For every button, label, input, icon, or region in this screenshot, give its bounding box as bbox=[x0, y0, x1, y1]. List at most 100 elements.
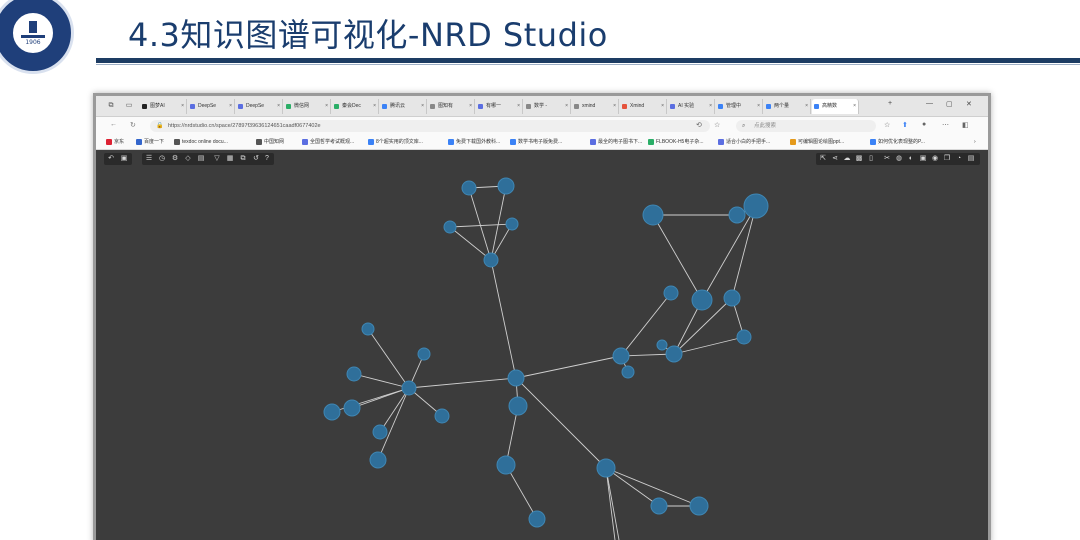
graph-node[interactable] bbox=[369, 451, 387, 469]
browser-tab[interactable]: 数学 - × bbox=[524, 99, 571, 114]
tab-close-icon[interactable]: × bbox=[709, 99, 712, 114]
graph-node[interactable] bbox=[507, 369, 525, 387]
close-window-icon[interactable]: ✕ bbox=[966, 100, 972, 108]
color-icon[interactable]: ◐ bbox=[906, 154, 916, 164]
profile-avatar-icon[interactable]: ● bbox=[922, 121, 926, 128]
graph-node[interactable] bbox=[621, 365, 635, 379]
graph-node[interactable] bbox=[508, 396, 528, 416]
panel-icon[interactable]: ▣ bbox=[918, 154, 928, 164]
graph-node[interactable] bbox=[443, 220, 457, 234]
save-icon[interactable]: ▣ bbox=[119, 154, 129, 164]
back-arrow-icon[interactable]: ← bbox=[110, 121, 117, 128]
tab-close-icon[interactable]: × bbox=[181, 99, 184, 114]
bookmark-item[interactable]: 免费下载国外教科... bbox=[448, 137, 500, 147]
graph-node[interactable] bbox=[483, 252, 499, 268]
minimize-icon[interactable]: — bbox=[926, 100, 933, 107]
more-menu-icon[interactable]: ⋯ bbox=[942, 121, 949, 129]
clock-icon[interactable]: ◔ bbox=[954, 154, 964, 164]
bookmark-item[interactable]: 数学书电子版免费... bbox=[510, 137, 562, 147]
list-icon[interactable]: ▤ bbox=[966, 154, 976, 164]
browser-tab[interactable]: DeepSe × bbox=[236, 99, 283, 114]
tab-actions-icon[interactable]: ▭ bbox=[124, 101, 134, 111]
graph-node[interactable] bbox=[497, 177, 515, 195]
translate-icon[interactable]: ⟲ bbox=[696, 121, 702, 129]
graph-node[interactable] bbox=[656, 339, 668, 351]
search-input[interactable]: ⌕ 点此搜索 bbox=[736, 120, 876, 132]
help-icon[interactable]: ? bbox=[262, 154, 272, 164]
workspace-icon[interactable]: ⧉ bbox=[106, 101, 116, 111]
browser-tab[interactable]: 管理中 × bbox=[716, 99, 763, 114]
layout-icon[interactable]: ▤ bbox=[196, 154, 206, 164]
bookmarks-more-icon[interactable]: › bbox=[974, 137, 976, 147]
tab-close-icon[interactable]: × bbox=[469, 99, 472, 114]
graph-node[interactable] bbox=[401, 380, 417, 396]
graph-node[interactable] bbox=[642, 204, 664, 226]
graph-node[interactable] bbox=[434, 408, 450, 424]
bookmark-item[interactable]: 8个超实用的顶文库... bbox=[368, 137, 423, 147]
graph-node[interactable] bbox=[528, 510, 546, 528]
eye-icon[interactable]: ◉ bbox=[930, 154, 940, 164]
filter-icon[interactable]: ▽ bbox=[212, 154, 222, 164]
knowledge-graph-canvas[interactable] bbox=[96, 168, 988, 540]
tools-icon[interactable]: ✂ bbox=[882, 154, 892, 164]
maximize-icon[interactable]: ▢ bbox=[946, 100, 953, 108]
favorite-star-icon[interactable]: ☆ bbox=[714, 121, 720, 129]
graph-node[interactable] bbox=[728, 206, 746, 224]
tab-close-icon[interactable]: × bbox=[613, 99, 616, 114]
tab-close-icon[interactable]: × bbox=[853, 99, 856, 114]
grid-icon[interactable]: ▦ bbox=[225, 154, 235, 164]
cloud-icon[interactable]: ☁ bbox=[842, 154, 852, 164]
tab-close-icon[interactable]: × bbox=[229, 99, 232, 114]
layers-icon[interactable]: ❐ bbox=[942, 154, 952, 164]
url-field[interactable]: 🔒 https://nrdstudio.cn/space/27897f39636… bbox=[150, 120, 710, 132]
browser-tab[interactable]: 有哪一 × bbox=[476, 99, 523, 114]
graph-node[interactable] bbox=[372, 424, 388, 440]
bookmark-item[interactable]: 京东 bbox=[106, 137, 124, 147]
image-icon[interactable]: ▩ bbox=[854, 154, 864, 164]
graph-node[interactable] bbox=[736, 329, 752, 345]
new-tab-button[interactable]: + bbox=[888, 100, 892, 107]
share-icon[interactable]: ⋖ bbox=[830, 154, 840, 164]
refresh-icon[interactable]: ↺ bbox=[251, 154, 261, 164]
browser-tab[interactable]: 高精数 × bbox=[812, 99, 859, 114]
graph-node[interactable] bbox=[650, 497, 668, 515]
graph-node[interactable] bbox=[496, 455, 516, 475]
browser-tab[interactable]: 秦会Dec × bbox=[332, 99, 379, 114]
graph-node[interactable] bbox=[461, 180, 477, 196]
tab-close-icon[interactable]: × bbox=[517, 99, 520, 114]
graph-node[interactable] bbox=[663, 285, 679, 301]
settings-icon[interactable]: ⚙ bbox=[170, 154, 180, 164]
undo-icon[interactable]: ↶ bbox=[106, 154, 116, 164]
tag-icon[interactable]: ◇ bbox=[183, 154, 193, 164]
graph-node[interactable] bbox=[505, 217, 519, 231]
bookmark-item[interactable]: 最全的电子图书下... bbox=[590, 137, 642, 147]
tab-close-icon[interactable]: × bbox=[373, 99, 376, 114]
bookmark-item[interactable]: 如何优化表现整的P... bbox=[870, 137, 925, 147]
graph-node[interactable] bbox=[743, 193, 769, 219]
browser-tab[interactable]: xmind × bbox=[572, 99, 619, 114]
tab-close-icon[interactable]: × bbox=[661, 99, 664, 114]
graph-node[interactable] bbox=[417, 347, 431, 361]
browser-tab[interactable]: Xmind × bbox=[620, 99, 667, 114]
tab-close-icon[interactable]: × bbox=[277, 99, 280, 114]
tab-close-icon[interactable]: × bbox=[805, 99, 808, 114]
document-icon[interactable]: ▯ bbox=[866, 154, 876, 164]
browser-tab[interactable]: AI 实验 × bbox=[668, 99, 715, 114]
bookmark-item[interactable]: 全国哲学考试概观... bbox=[302, 137, 354, 147]
history-icon[interactable]: ◷ bbox=[157, 154, 167, 164]
bookmark-item[interactable]: 百度一下 bbox=[136, 137, 164, 147]
copy-icon[interactable]: ⧉ bbox=[238, 154, 248, 164]
globe-icon[interactable]: ◍ bbox=[894, 154, 904, 164]
bookmark-item[interactable]: 可编辑图论绘图ppt... bbox=[790, 137, 844, 147]
browser-tab[interactable]: 图知有 × bbox=[428, 99, 475, 114]
extension-icon[interactable]: ⬆ bbox=[902, 121, 908, 129]
browser-tab[interactable]: 微信网 × bbox=[284, 99, 331, 114]
browser-tab[interactable]: 腾讯云 × bbox=[380, 99, 427, 114]
table-view-icon[interactable]: ☰ bbox=[144, 154, 154, 164]
graph-node[interactable] bbox=[596, 458, 616, 478]
browser-tab[interactable]: DeepSe × bbox=[188, 99, 235, 114]
bookmark-item[interactable]: 适合小白的手把手... bbox=[718, 137, 770, 147]
reload-icon[interactable]: ↻ bbox=[130, 121, 136, 129]
graph-node[interactable] bbox=[723, 289, 741, 307]
browser-tab[interactable]: 图梦AI × bbox=[140, 99, 187, 114]
